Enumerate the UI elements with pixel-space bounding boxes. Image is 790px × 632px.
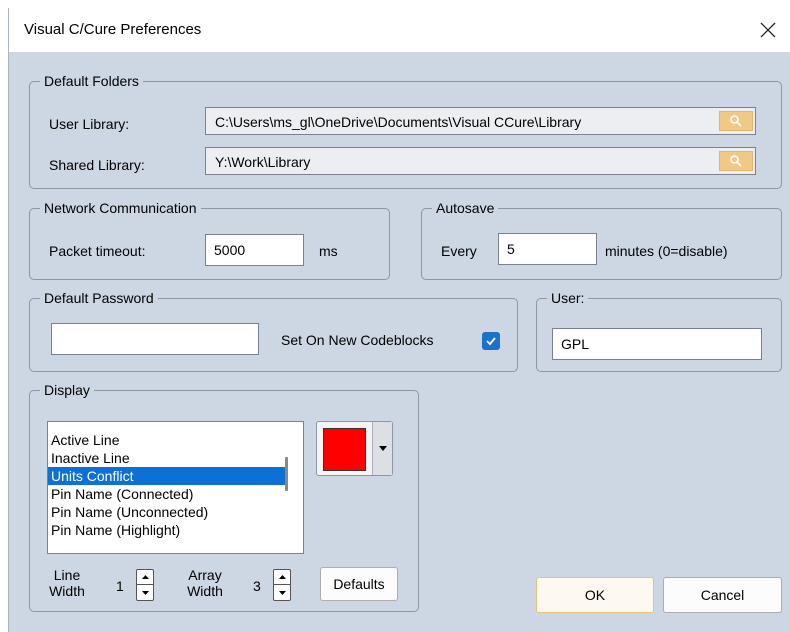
- user-library-value: C:\Users\ms_gl\OneDrive\Documents\Visual…: [215, 114, 582, 130]
- color-picker[interactable]: [316, 421, 393, 476]
- window-title: Visual C/Cure Preferences: [24, 21, 202, 38]
- autosave-label: Autosave: [432, 199, 499, 217]
- autosave-every-label: Every: [441, 243, 477, 259]
- line-width-spinner[interactable]: [136, 569, 154, 601]
- array-width-label-bottom: Width: [187, 583, 223, 599]
- set-on-new-codeblocks-checkbox[interactable]: [482, 332, 500, 350]
- dropdown-arrow-icon: [378, 446, 387, 451]
- line-width-value: 1: [116, 578, 124, 594]
- default-password-label: Default Password: [40, 289, 158, 307]
- shared-library-value: Y:\Work\Library: [215, 154, 311, 170]
- default-password-input[interactable]: [51, 323, 259, 355]
- user-library-browse-button[interactable]: [719, 111, 753, 131]
- packet-timeout-input[interactable]: [205, 234, 304, 266]
- array-width-spinner[interactable]: [273, 569, 291, 601]
- array-width-decrement-button[interactable]: [274, 585, 290, 600]
- user-group: User:: [536, 289, 782, 372]
- shared-library-browse-button[interactable]: [719, 151, 753, 171]
- display-group: Display Active Line Inactive Line Units …: [29, 381, 419, 612]
- list-item[interactable]: Inactive Line: [48, 449, 285, 467]
- cancel-button[interactable]: Cancel: [663, 577, 782, 613]
- close-icon: [760, 22, 776, 38]
- user-label: User:: [547, 289, 589, 307]
- shared-library-field[interactable]: Y:\Work\Library: [205, 147, 756, 175]
- packet-timeout-unit: ms: [319, 243, 338, 259]
- line-width-increment-button[interactable]: [137, 570, 153, 585]
- line-width-label-bottom: Width: [49, 583, 85, 599]
- display-label: Display: [40, 381, 94, 399]
- list-item[interactable]: Pin Name (Connected): [48, 485, 285, 503]
- list-item[interactable]: Active Line: [48, 431, 285, 449]
- magnifier-icon: [730, 115, 742, 127]
- array-width-value: 3: [253, 578, 261, 594]
- autosave-group: Autosave Every minutes (0=disable): [421, 199, 782, 280]
- default-password-group: Default Password Set On New Codeblocks: [29, 289, 518, 372]
- color-swatch[interactable]: [323, 428, 366, 471]
- list-scrollbar[interactable]: [285, 457, 288, 491]
- spin-up-icon: [141, 575, 149, 579]
- display-element-list[interactable]: Active Line Inactive Line Units Conflict…: [47, 421, 304, 554]
- line-width-decrement-button[interactable]: [137, 585, 153, 600]
- line-width-label: Line Width: [46, 567, 88, 599]
- array-width-label: Array Width: [183, 567, 227, 599]
- spin-down-icon: [141, 590, 149, 595]
- checkmark-icon: [486, 337, 496, 346]
- close-button[interactable]: [745, 8, 790, 52]
- array-width-increment-button[interactable]: [274, 570, 290, 585]
- default-folders-group: Default Folders User Library: C:\Users\m…: [29, 72, 782, 189]
- magnifier-icon: [730, 155, 742, 167]
- network-group: Network Communication Packet timeout: ms: [29, 199, 390, 280]
- network-label: Network Communication: [40, 199, 201, 217]
- preferences-dialog: Visual C/Cure Preferences Default Folder…: [8, 8, 790, 632]
- list-item[interactable]: Units Conflict: [48, 467, 285, 485]
- shared-library-label: Shared Library:: [49, 157, 145, 173]
- list-item[interactable]: Pin Name (Highlight): [48, 521, 285, 539]
- user-library-field[interactable]: C:\Users\ms_gl\OneDrive\Documents\Visual…: [205, 107, 756, 135]
- autosave-minutes-input[interactable]: [498, 233, 597, 265]
- autosave-unit-label: minutes (0=disable): [605, 243, 728, 259]
- spin-down-icon: [278, 590, 286, 595]
- list-item[interactable]: Pin Name (Unconnected): [48, 503, 285, 521]
- defaults-button[interactable]: Defaults: [320, 567, 398, 601]
- array-width-label-top: Array: [188, 567, 222, 583]
- default-folders-label: Default Folders: [40, 72, 143, 90]
- ok-button[interactable]: OK: [536, 577, 654, 613]
- user-library-label: User Library:: [49, 116, 130, 132]
- spin-up-icon: [278, 575, 286, 579]
- line-width-label-top: Line: [53, 567, 81, 583]
- title-bar: Visual C/Cure Preferences: [9, 8, 790, 52]
- set-on-new-codeblocks-label: Set On New Codeblocks: [281, 332, 434, 348]
- user-input[interactable]: [552, 328, 762, 360]
- color-dropdown-button[interactable]: [372, 422, 392, 475]
- packet-timeout-label: Packet timeout:: [49, 243, 146, 259]
